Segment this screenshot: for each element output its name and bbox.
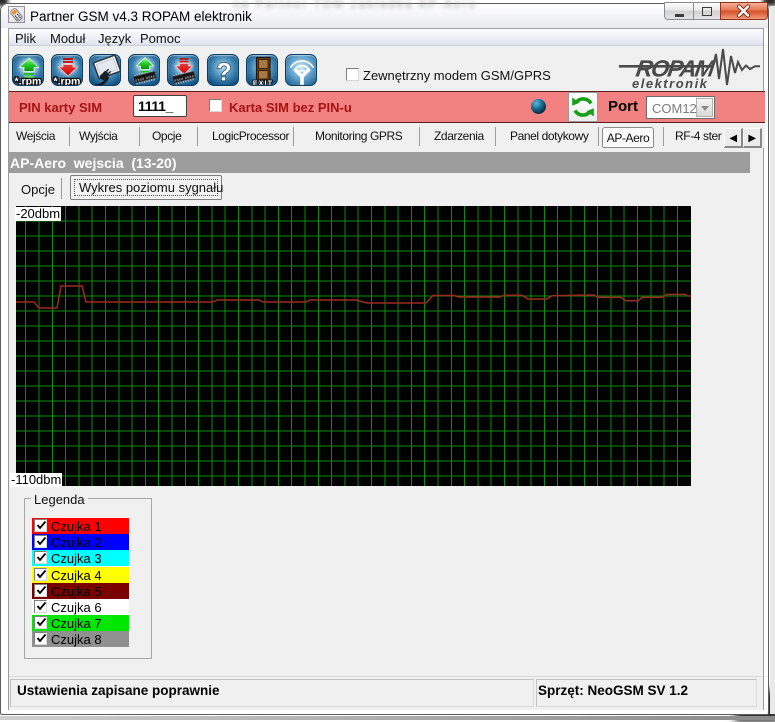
svg-text:EXIT: EXIT (253, 81, 273, 87)
svg-text:?: ? (216, 59, 231, 87)
svg-text:*.rpm: *.rpm (54, 76, 81, 87)
svg-text:*.rpm: *.rpm (15, 76, 42, 87)
svg-text:elektronik: elektronik (632, 76, 708, 88)
